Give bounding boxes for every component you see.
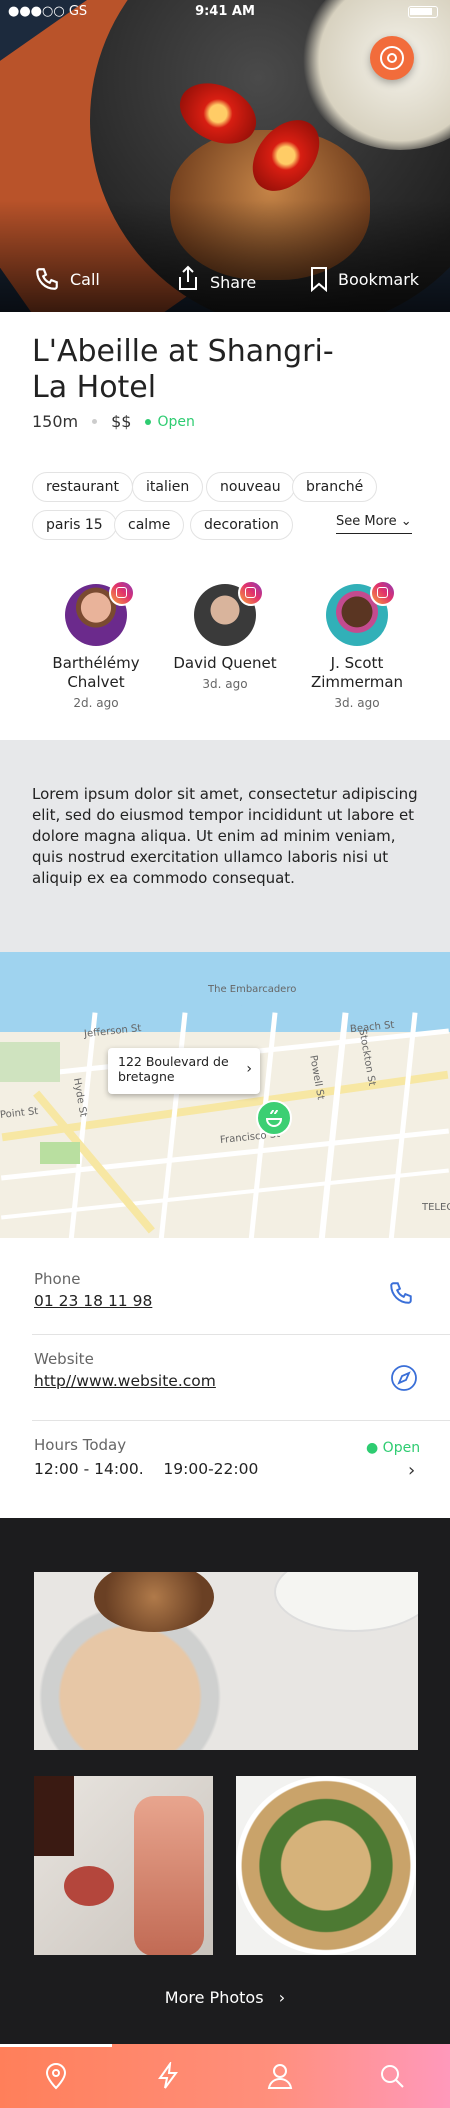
battery-icon xyxy=(408,6,438,18)
street-label: The Embarcadero xyxy=(208,984,297,995)
reviewer-card[interactable]: Barthélémy Chalvet 2d. ago xyxy=(26,580,166,710)
location-pin-icon xyxy=(45,2063,67,2090)
instagram-icon xyxy=(109,580,135,606)
distance: 150m xyxy=(32,412,79,431)
street-label: Point St xyxy=(0,1106,39,1121)
hours-open-status: ● Open xyxy=(366,1440,421,1456)
tab-search[interactable] xyxy=(336,2044,448,2108)
tag-restaurant[interactable]: restaurant xyxy=(32,472,133,502)
photo-coffee[interactable] xyxy=(34,1572,418,1750)
place-meta: 150m $$ Open xyxy=(32,412,195,431)
tag-italien[interactable]: italien xyxy=(132,472,204,502)
compass-icon xyxy=(391,1365,417,1391)
tab-profile[interactable] xyxy=(224,2044,336,2108)
reviewer-name: J. Scott Zimmerman xyxy=(310,654,404,691)
price-level: $$ xyxy=(111,412,132,431)
map-address: 122 Boulevard de bretagne xyxy=(118,1054,229,1084)
street-label: TELEGRA HILL xyxy=(422,1202,450,1213)
website-link[interactable]: http//www.website.com xyxy=(34,1372,216,1390)
phone-icon xyxy=(390,1282,412,1304)
photo-ham[interactable] xyxy=(34,1776,213,1955)
bowl-icon xyxy=(265,1109,283,1127)
tab-location[interactable] xyxy=(0,2044,112,2108)
instagram-icon xyxy=(370,580,396,606)
tag-nouveau[interactable]: nouveau xyxy=(206,472,295,502)
reviewer-card[interactable]: J. Scott Zimmerman 3d. ago xyxy=(287,580,427,710)
chevron-down-icon: ⌄ xyxy=(400,514,412,529)
review-age: 2d. ago xyxy=(73,696,119,710)
hours-today: 12:00 - 14:00. 19:00-22:00 xyxy=(34,1460,259,1478)
place-title: L'Abeille at Shangri-La Hotel xyxy=(32,334,334,405)
chevron-right-icon: › xyxy=(268,1988,286,2007)
description-text: Lorem ipsum dolor sit amet, consectetur … xyxy=(32,785,418,887)
avatar xyxy=(194,580,264,646)
bookmark-label: Bookmark xyxy=(338,269,420,289)
chevron-right-icon: › xyxy=(246,1061,252,1077)
phone-label: Phone xyxy=(34,1270,81,1288)
chevron-right-icon[interactable]: › xyxy=(408,1460,415,1481)
bookmark-icon xyxy=(311,267,327,292)
open-status: Open xyxy=(145,414,194,430)
user-icon xyxy=(267,2064,293,2089)
avatar xyxy=(326,580,396,646)
see-more-label: See More xyxy=(336,514,397,529)
restaurant-badge-button[interactable] xyxy=(370,36,414,80)
tab-activity[interactable] xyxy=(112,2044,224,2108)
map-address-card[interactable]: 122 Boulevard de bretagne › xyxy=(108,1048,260,1094)
location-pin[interactable] xyxy=(256,1100,292,1136)
map[interactable]: The Embarcadero Jefferson St Beach St Hy… xyxy=(0,952,450,1238)
hours-open-label: Open xyxy=(382,1440,421,1456)
share-icon xyxy=(179,265,197,290)
see-more-button[interactable]: See More ⌄ xyxy=(336,514,412,534)
more-photos-button[interactable]: More Photos › xyxy=(0,1988,450,2007)
tab-bar xyxy=(0,2044,450,2108)
call-label: Call xyxy=(70,269,100,289)
reviewer-card[interactable]: David Quenet 3d. ago xyxy=(155,580,295,691)
lightning-icon xyxy=(158,2062,178,2089)
share-button[interactable]: Share xyxy=(176,264,256,292)
tag-branche[interactable]: branché xyxy=(292,472,378,502)
separator-dot xyxy=(92,419,98,424)
call-button[interactable]: Call xyxy=(34,266,100,292)
donut-icon xyxy=(380,46,404,70)
instagram-icon xyxy=(238,580,264,606)
reviewer-name: David Quenet xyxy=(173,654,277,672)
website-label: Website xyxy=(34,1350,94,1368)
avatar xyxy=(65,580,135,646)
search-icon xyxy=(381,2065,404,2088)
status-bar: ●●●○○ GS 9:41 AM xyxy=(0,0,450,24)
clock: 9:41 AM xyxy=(195,4,255,19)
phone-number[interactable]: 01 23 18 11 98 xyxy=(34,1292,152,1310)
more-photos-label: More Photos xyxy=(164,1988,264,2007)
divider xyxy=(32,1334,450,1335)
hours-label: Hours Today xyxy=(34,1436,127,1454)
description-section: Lorem ipsum dolor sit amet, consectetur … xyxy=(0,740,450,952)
tag-calme[interactable]: calme xyxy=(114,510,185,540)
bookmark-button[interactable]: Bookmark xyxy=(310,266,419,292)
phone-icon xyxy=(36,268,58,290)
tag-paris-15[interactable]: paris 15 xyxy=(32,510,117,540)
review-age: 3d. ago xyxy=(334,696,380,710)
open-website[interactable] xyxy=(390,1364,418,1396)
photo-pasta[interactable] xyxy=(236,1776,416,1955)
share-label: Share xyxy=(210,272,257,292)
review-age: 3d. ago xyxy=(202,677,248,691)
call-action[interactable] xyxy=(388,1280,414,1310)
tag-decoration[interactable]: decoration xyxy=(190,510,293,540)
reviewer-name: Barthélémy Chalvet xyxy=(52,654,140,691)
divider xyxy=(32,1420,450,1421)
